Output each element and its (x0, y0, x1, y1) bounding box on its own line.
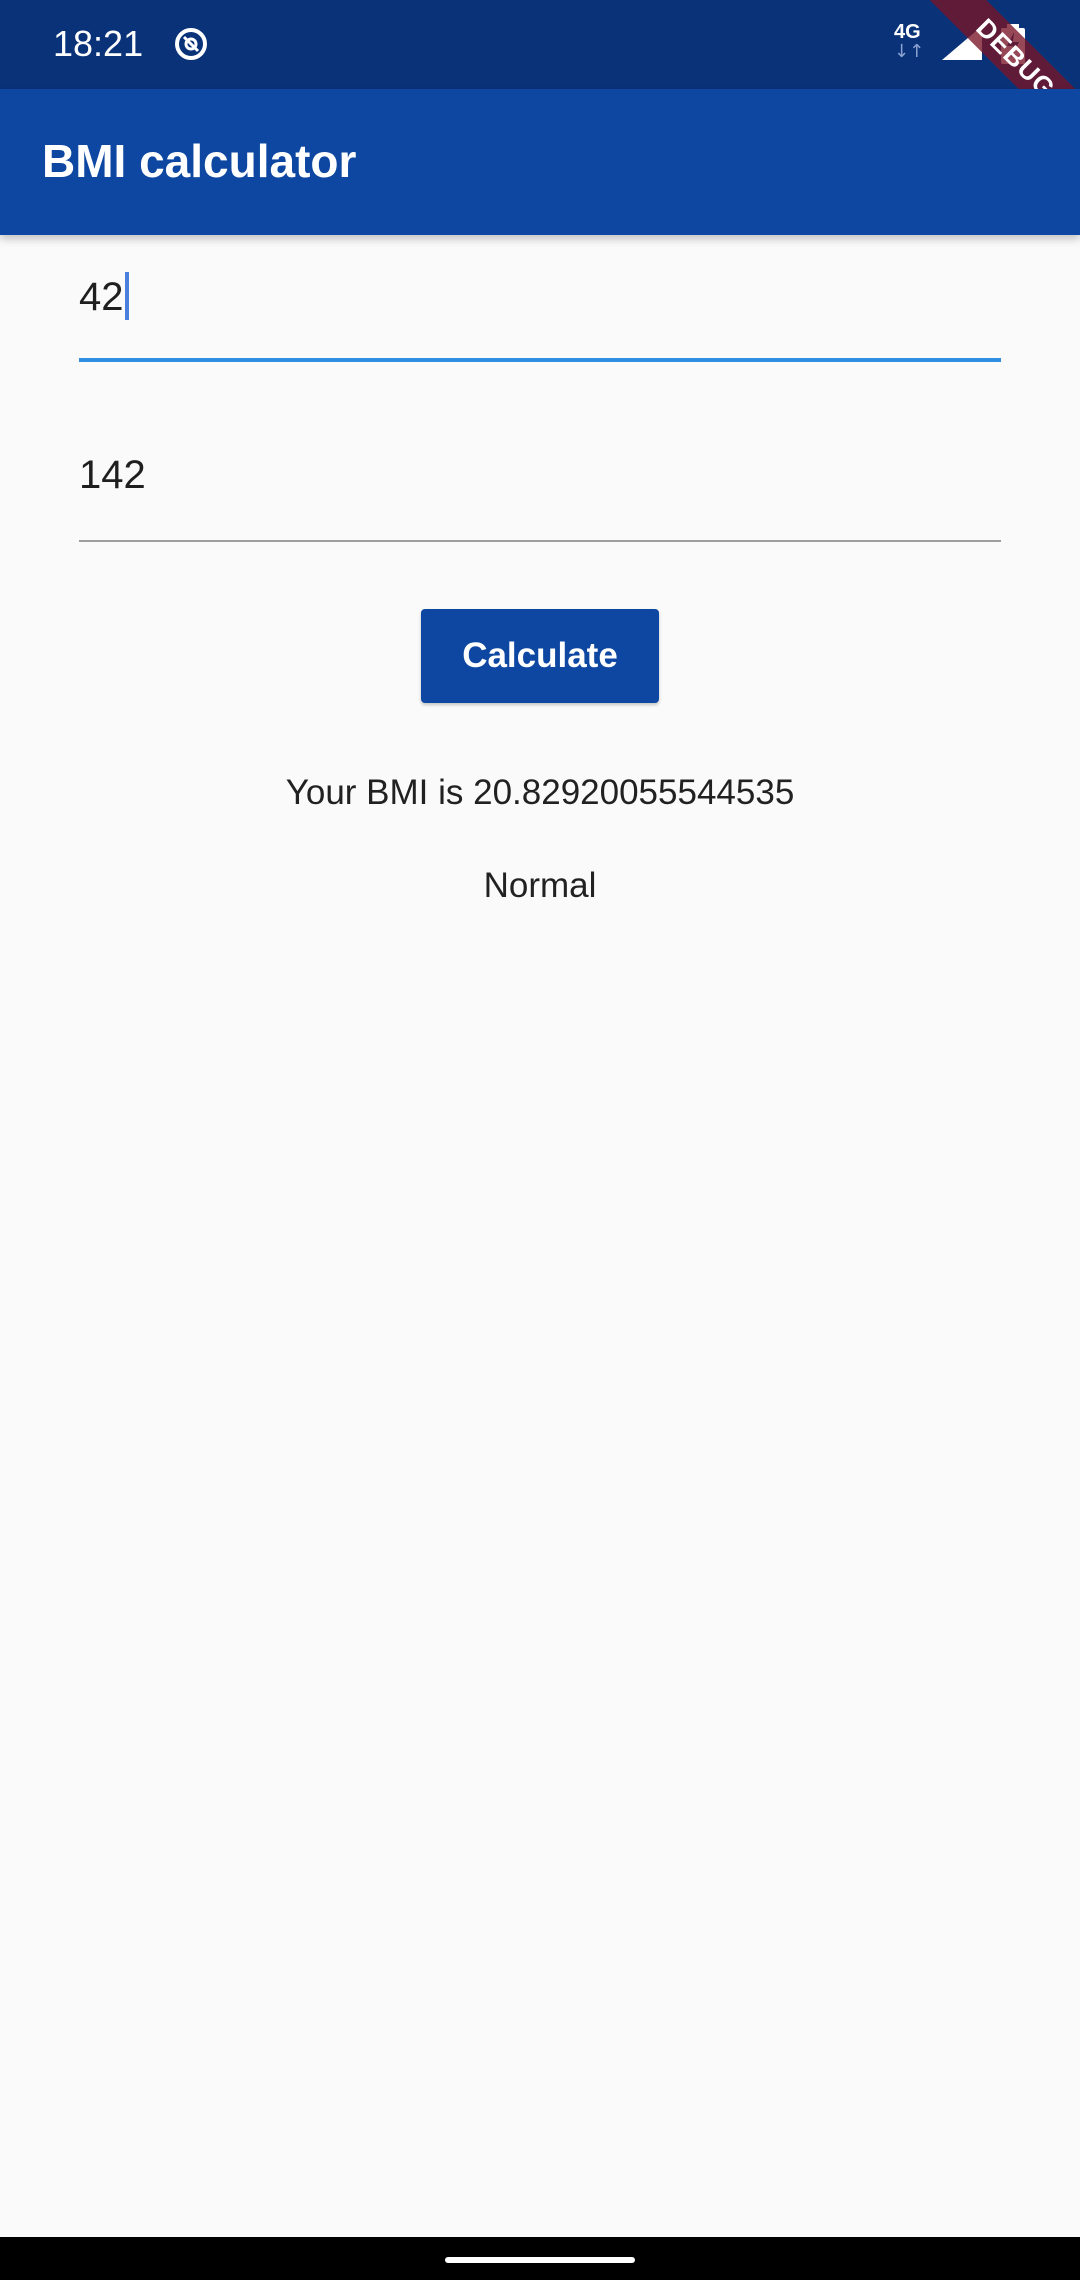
network-type-indicator: 4G ↓↑ (892, 22, 932, 66)
text-cursor (124, 272, 129, 320)
height-field[interactable]: 142 (79, 440, 1001, 542)
bmi-result-text: Your BMI is 20.82920055544535 (285, 773, 795, 812)
data-saver-icon (175, 28, 207, 60)
battery-charging-icon (1001, 24, 1025, 64)
network-activity-icon: ↓↑ (894, 41, 925, 62)
status-bar: 18:21 4G ↓↑ (0, 0, 1080, 89)
signal-icon (942, 26, 982, 60)
calculate-button[interactable]: Calculate (421, 609, 659, 703)
height-field-underline (79, 540, 1001, 542)
height-value: 142 (79, 453, 146, 497)
navigation-bar (0, 2237, 1080, 2280)
bmi-category-text: Normal (483, 866, 597, 905)
app-bar: BMI calculator (0, 89, 1080, 235)
app-title: BMI calculator (42, 135, 357, 187)
bmi-calculator-screen: 18:21 4G ↓↑ DEBUG BMI calculator 42 142 … (0, 0, 1080, 2280)
weight-field[interactable]: 42 (79, 262, 1001, 362)
height-input[interactable]: 142 (79, 450, 146, 500)
status-time: 18:21 (53, 23, 144, 64)
network-label: 4G (894, 21, 921, 43)
home-gesture-handle[interactable] (445, 2257, 635, 2263)
weight-field-underline (79, 358, 1001, 362)
weight-input[interactable]: 42 (79, 272, 129, 322)
weight-value: 42 (79, 275, 124, 319)
